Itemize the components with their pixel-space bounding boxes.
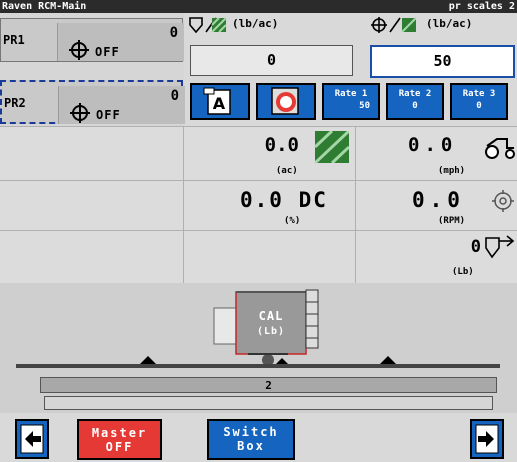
product-value: 0 — [170, 88, 179, 104]
tank-label: CAL (Lb) — [236, 308, 306, 340]
rate-3-button[interactable]: Rate 3 0 — [450, 83, 508, 120]
duty-cycle-unit: (%) — [284, 216, 301, 226]
target-rate-header: (lb/ac) — [370, 15, 515, 41]
speed-unit: (mph) — [438, 166, 466, 176]
svg-text:A: A — [213, 94, 226, 113]
rate-2-value: 0 — [412, 101, 418, 111]
product-status-area: 0 OFF — [57, 23, 184, 61]
master-state: OFF — [105, 440, 134, 454]
weight-value: 0 — [470, 237, 481, 257]
product-name: PR1 — [3, 33, 25, 47]
scale-bin-icon — [485, 235, 515, 259]
switch-box-line1: Switch — [223, 425, 279, 439]
tractor-icon — [485, 138, 515, 159]
speed-value: 0.0 — [408, 134, 458, 156]
readout-row-3: 0 (Lb) — [0, 230, 517, 283]
actual-rate-display: 0 — [190, 45, 353, 76]
readout-row-1: 0.0 (ac) 0.0 (mph) — [0, 126, 517, 180]
app-title: Raven RCM-Main — [2, 1, 87, 12]
section-bar-secondary[interactable] — [44, 396, 493, 410]
tank-unit: (Lb) — [256, 326, 286, 337]
auto-mode-button[interactable]: A — [190, 83, 250, 120]
master-switch-button[interactable]: Master OFF — [77, 419, 162, 460]
boom-nozzles — [140, 356, 396, 364]
next-page-button[interactable] — [470, 419, 504, 459]
rpm-unit: (RPM) — [438, 216, 466, 226]
actual-rate-header: (lb/ac) — [186, 15, 356, 41]
profile-name: pr scales 2 — [448, 1, 515, 12]
forward-arrow-icon — [475, 424, 499, 454]
master-label: Master — [91, 426, 148, 440]
rpm-value: 0.0 — [412, 188, 465, 212]
back-arrow-icon — [20, 424, 44, 454]
product-pr1-button[interactable]: PR1 0 OFF — [0, 18, 184, 62]
speed-readout: 0.0 (mph) — [356, 127, 517, 180]
product-status-area: 0 OFF — [58, 86, 185, 124]
product-pr2-button[interactable]: PR2 0 OFF — [0, 80, 185, 124]
manual-mode-button[interactable] — [256, 83, 316, 120]
manual-mode-icon — [271, 87, 299, 115]
spinner-icon — [492, 190, 514, 212]
empty-cell — [0, 181, 184, 230]
area-hatch-icon — [315, 131, 349, 163]
area-readout: 0.0 (ac) — [184, 127, 356, 180]
empty-cell — [0, 127, 184, 180]
rate-3-label: Rate 3 — [462, 89, 496, 99]
crosshair-icon — [69, 40, 89, 60]
switch-box-line2: Box — [237, 439, 265, 453]
weight-readout: 0 (Lb) — [356, 231, 517, 283]
previous-page-button[interactable] — [15, 419, 49, 459]
tank-name: CAL — [258, 309, 284, 323]
rate-2-button[interactable]: Rate 2 0 — [386, 83, 444, 120]
auto-mode-icon: A — [203, 87, 231, 115]
product-status: OFF — [96, 108, 121, 122]
rate-2-label: Rate 2 — [398, 89, 432, 99]
product-name: PR2 — [4, 96, 26, 110]
weight-unit: (Lb) — [452, 267, 474, 277]
product-status: OFF — [95, 45, 120, 59]
empty-cell — [0, 231, 184, 283]
area-unit: (ac) — [276, 166, 298, 176]
target-rate-input[interactable]: 50 — [370, 45, 515, 78]
area-value: 0.0 — [264, 134, 299, 156]
duty-cycle-readout: 0.0 DC (%) — [184, 181, 356, 230]
rpm-readout: 0.0 (RPM) — [356, 181, 517, 230]
rate-1-button[interactable]: Rate 1 50 — [322, 83, 380, 120]
actual-rate-unit: (lb/ac) — [232, 17, 279, 30]
section-bar[interactable]: 2 — [40, 377, 497, 393]
product-value: 0 — [169, 25, 178, 41]
empty-cell — [184, 231, 356, 283]
readout-row-2: 0.0 DC (%) 0.0 (RPM) — [0, 180, 517, 230]
crosshair-icon — [70, 103, 90, 123]
rate-3-value: 0 — [476, 101, 482, 111]
rate-1-label: Rate 1 — [334, 89, 368, 99]
title-bar: Raven RCM-Main pr scales 2 — [0, 0, 517, 13]
switch-box-button[interactable]: Switch Box — [207, 419, 295, 460]
applied-rate-icon — [189, 17, 227, 34]
duty-cycle-value: 0.0 DC — [240, 188, 328, 212]
target-rate-unit: (lb/ac) — [426, 17, 473, 30]
rate-1-value: 50 — [359, 101, 370, 111]
target-rate-icon — [371, 17, 417, 33]
